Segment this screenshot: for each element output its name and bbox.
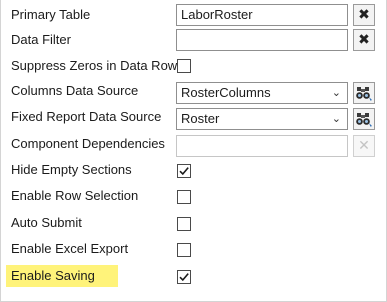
columns-data-source-select[interactable]: RosterColumns ⌄: [176, 82, 348, 104]
enable-saving-checkbox[interactable]: [177, 270, 191, 284]
data-filter-clear-button[interactable]: ✖: [353, 29, 375, 51]
close-icon: ✕: [358, 138, 370, 154]
suppress-zeros-checkbox[interactable]: [177, 59, 191, 73]
chevron-down-icon: ⌄: [331, 87, 341, 99]
auto-submit-checkbox[interactable]: [177, 217, 191, 231]
fixed-report-data-source-value: Roster: [181, 111, 220, 126]
suppress-zeros-label: Suppress Zeros in Data Rows: [11, 58, 184, 73]
columns-data-source-browse-button[interactable]: [353, 82, 375, 104]
columns-data-source-value: RosterColumns: [181, 85, 271, 100]
enable-saving-label: Enable Saving: [6, 265, 118, 287]
enable-row-selection-label: Enable Row Selection: [11, 188, 139, 203]
chevron-down-icon: ⌄: [331, 113, 341, 125]
hide-empty-sections-label: Hide Empty Sections: [11, 162, 132, 177]
hide-empty-sections-checkbox[interactable]: [177, 164, 191, 178]
close-icon: ✖: [358, 7, 370, 23]
binoculars-icon: [356, 113, 372, 127]
primary-table-field[interactable]: LaborRoster: [176, 4, 348, 26]
primary-table-clear-button[interactable]: ✖: [353, 4, 375, 26]
fixed-report-data-source-select[interactable]: Roster ⌄: [176, 108, 348, 130]
enable-row-selection-checkbox[interactable]: [177, 190, 191, 204]
fixed-report-data-source-label: Fixed Report Data Source: [11, 109, 162, 124]
fixed-report-data-source-browse-button[interactable]: [353, 108, 375, 130]
data-filter-label: Data Filter: [11, 32, 71, 47]
data-filter-field[interactable]: [176, 29, 348, 51]
enable-excel-export-label: Enable Excel Export: [11, 241, 129, 256]
component-dependencies-clear-button[interactable]: ✕: [353, 135, 375, 157]
primary-table-label: Primary Table: [11, 7, 91, 22]
close-icon: ✖: [358, 32, 370, 48]
enable-excel-export-checkbox[interactable]: [177, 243, 191, 257]
property-grid-panel: Primary Table LaborRoster ✖ Data Filter …: [0, 0, 387, 302]
checkmark-icon: [179, 167, 189, 176]
columns-data-source-label: Columns Data Source: [11, 83, 139, 98]
component-dependencies-label: Component Dependencies: [11, 136, 165, 151]
auto-submit-label: Auto Submit: [11, 215, 82, 230]
checkmark-icon: [179, 273, 189, 282]
binoculars-icon: [356, 87, 372, 101]
component-dependencies-field[interactable]: [176, 135, 348, 157]
